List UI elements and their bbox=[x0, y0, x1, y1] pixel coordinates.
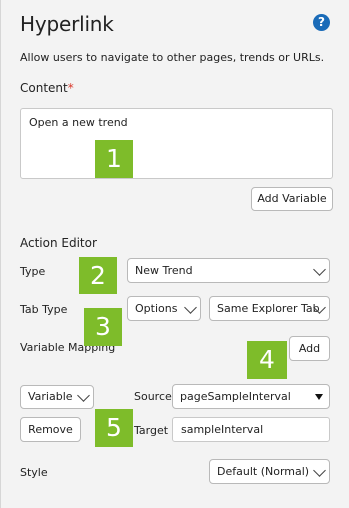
target-label: Target bbox=[134, 424, 169, 437]
tab-target-select[interactable]: Same Explorer Tab bbox=[209, 296, 330, 321]
tab-type-select[interactable]: Options bbox=[127, 296, 201, 321]
style-select[interactable]: Default (Normal) bbox=[209, 459, 330, 484]
help-icon[interactable]: ? bbox=[313, 14, 330, 31]
source-select-value: pageSampleInterval bbox=[180, 390, 291, 403]
source-label: Source bbox=[134, 390, 172, 403]
add-variable-button[interactable]: Add Variable bbox=[251, 187, 333, 211]
mapping-kind-select-value: Variable bbox=[28, 390, 73, 403]
panel-title: Hyperlink bbox=[20, 12, 114, 36]
callout-1: 1 bbox=[95, 140, 133, 178]
content-label: Content* bbox=[20, 81, 74, 95]
remove-mapping-button[interactable]: Remove bbox=[20, 417, 81, 442]
callout-3: 3 bbox=[84, 308, 122, 346]
callout-5: 5 bbox=[95, 409, 133, 447]
style-select-value: Default (Normal) bbox=[217, 465, 310, 478]
chevron-down-icon bbox=[313, 262, 326, 276]
mapping-kind-select[interactable]: Variable bbox=[20, 385, 94, 409]
source-select[interactable]: pageSampleInterval bbox=[172, 384, 330, 409]
callout-4: 4 bbox=[247, 341, 287, 379]
type-label: Type bbox=[20, 265, 46, 278]
callout-2: 2 bbox=[79, 257, 117, 294]
tab-type-select-value: Options bbox=[135, 302, 178, 315]
target-input[interactable]: sampleInterval bbox=[172, 417, 330, 442]
type-select[interactable]: New Trend bbox=[127, 258, 330, 283]
add-mapping-button[interactable]: Add bbox=[289, 336, 330, 361]
chevron-down-icon bbox=[184, 300, 197, 314]
content-textarea[interactable]: Open a new trend bbox=[20, 108, 333, 179]
style-label: Style bbox=[20, 466, 48, 479]
content-label-text: Content bbox=[20, 81, 68, 95]
chevron-down-icon bbox=[77, 389, 90, 402]
tab-target-select-value: Same Explorer Tab bbox=[217, 302, 320, 315]
action-editor-heading: Action Editor bbox=[20, 236, 97, 250]
caret-down-icon bbox=[315, 393, 323, 400]
panel-description: Allow users to navigate to other pages, … bbox=[20, 51, 325, 64]
tab-type-label: Tab Type bbox=[20, 303, 68, 316]
type-select-value: New Trend bbox=[135, 264, 193, 277]
chevron-down-icon bbox=[313, 463, 326, 477]
required-mark: * bbox=[67, 81, 74, 95]
